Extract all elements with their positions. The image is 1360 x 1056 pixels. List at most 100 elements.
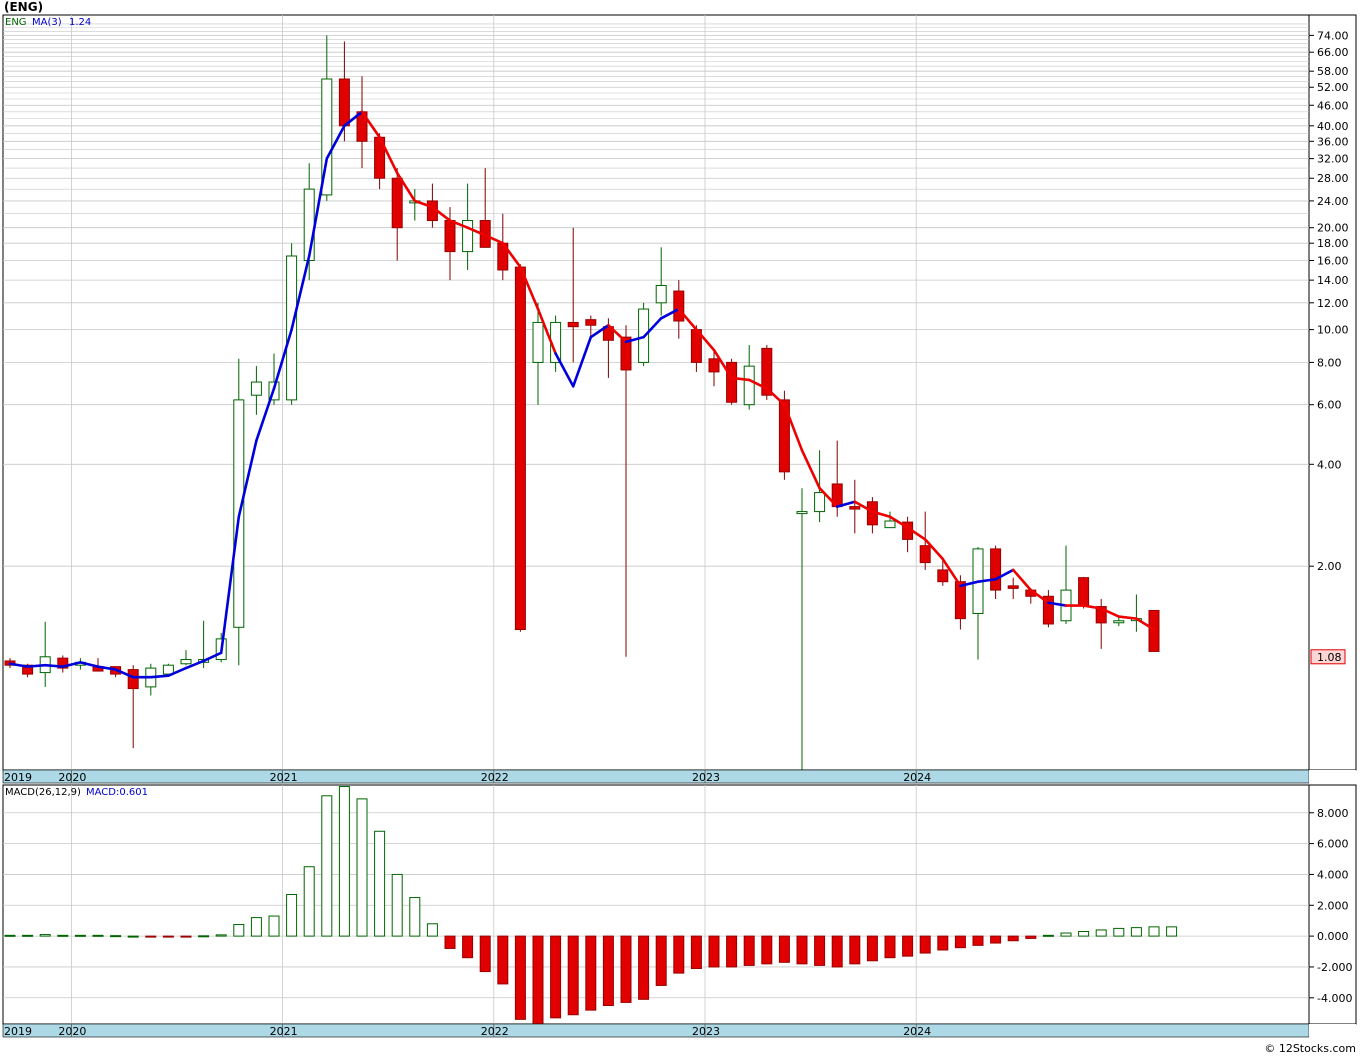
candle	[726, 361, 738, 403]
y-tick-label: 14.00	[1317, 274, 1349, 287]
macd-bar	[884, 935, 896, 959]
macd-bar	[638, 935, 650, 1000]
macd-bar	[74, 934, 86, 937]
macd-bar	[338, 786, 350, 937]
y-tick-label: 8.00	[1317, 356, 1342, 369]
y-tick-label: 40.00	[1317, 120, 1349, 133]
time-axis-corner	[1309, 770, 1356, 783]
candle	[585, 319, 597, 326]
candle	[937, 569, 949, 583]
y-tick-label: 32.00	[1317, 153, 1349, 166]
y-tick-label: 2.00	[1317, 560, 1342, 573]
last-price-label: 1.08	[1317, 651, 1342, 664]
macd-bar	[4, 934, 16, 937]
price-panel: 74.00 66.00 58.00 52.00 46.00 40.00 36.00 32.00…	[2, 14, 1357, 784]
macd-bar	[1025, 935, 1037, 939]
macd-bar	[162, 935, 174, 938]
ma3-segment	[26, 663, 47, 668]
macd-bar	[303, 866, 315, 937]
legend-symbol: ENG	[5, 17, 27, 28]
y-tick-label: 74.00	[1317, 29, 1349, 42]
macd-bar	[567, 935, 579, 1016]
candle	[954, 581, 966, 620]
macd-bar	[1078, 930, 1090, 937]
time-label: 2023	[692, 1025, 720, 1038]
macd-bar	[1148, 926, 1160, 937]
candle	[514, 266, 526, 631]
macd-bar	[990, 935, 1002, 944]
macd-bar	[532, 935, 544, 1025]
macd-bar	[673, 935, 685, 974]
macd-bar	[286, 893, 298, 937]
y-tick-label: 0.000	[1317, 930, 1349, 943]
candle	[708, 358, 720, 373]
macd-bar	[233, 924, 245, 937]
y-tick-label: 12.00	[1317, 297, 1349, 310]
time-label: 2022	[481, 1025, 509, 1038]
time-label: 2024	[903, 771, 931, 784]
y-tick-label: 24.00	[1317, 195, 1349, 208]
candle	[127, 669, 139, 690]
macd-bar	[22, 934, 34, 937]
legend-ma-value: 1.24	[69, 17, 91, 28]
time-axis-corner	[1309, 1024, 1356, 1037]
macd-bar	[726, 935, 738, 968]
macd-bar	[550, 935, 562, 1019]
macd-bar	[1113, 927, 1125, 937]
y-tick-label: 2.000	[1317, 899, 1349, 912]
macd-bar	[778, 935, 790, 963]
macd-bar	[409, 897, 421, 937]
price-frame	[2, 14, 1357, 771]
macd-bar	[127, 935, 139, 938]
macd-bar	[831, 935, 843, 968]
macd-bar	[972, 935, 984, 946]
macd-bar	[954, 935, 966, 949]
macd-bar	[761, 935, 773, 965]
y-tick-label: 46.00	[1317, 99, 1349, 112]
y-tick-label: 4.000	[1317, 868, 1349, 881]
candle	[655, 284, 667, 304]
ma3-segment	[43, 663, 65, 668]
y-tick-label: 6.00	[1317, 399, 1342, 412]
time-label: 2019	[4, 1025, 32, 1038]
candle	[1113, 620, 1125, 624]
macd-bar	[426, 923, 438, 937]
macd-bar	[1166, 926, 1178, 937]
macd-bar	[462, 935, 474, 959]
candle	[250, 381, 262, 396]
candle	[673, 290, 685, 322]
macd-bar	[919, 935, 931, 954]
y-tick-label: 18.00	[1317, 237, 1349, 250]
macd-bar	[198, 935, 210, 938]
macd-bar	[250, 917, 262, 937]
macd-bar	[268, 915, 280, 937]
macd-bar	[356, 798, 368, 937]
candle	[990, 548, 1002, 591]
y-tick-label: 10.00	[1317, 324, 1349, 337]
candle	[1007, 585, 1019, 589]
macd-bar	[1007, 935, 1019, 942]
y-tick-label: 58.00	[1317, 65, 1349, 78]
macd-bar	[585, 935, 597, 1011]
candle	[849, 506, 861, 510]
macd-bar	[849, 935, 861, 965]
macd-bar	[1060, 932, 1072, 937]
time-label: 2022	[481, 771, 509, 784]
macd-bar	[620, 935, 632, 1003]
candle	[814, 492, 826, 513]
candle	[884, 520, 896, 529]
time-label: 2021	[270, 1025, 298, 1038]
macd-bar	[902, 935, 914, 957]
candle	[919, 545, 931, 564]
macd-bar	[602, 935, 614, 1006]
macd-bar	[814, 935, 826, 966]
stock-chart: 74.00 66.00 58.00 52.00 46.00 40.00 36.00 32.00…	[2, 14, 1357, 1038]
y-tick-label: 36.00	[1317, 135, 1349, 148]
legend-ma-label: MA(3)	[32, 17, 62, 28]
ma3-segment	[149, 674, 170, 679]
candle	[444, 220, 456, 253]
y-tick-label: 66.00	[1317, 46, 1349, 59]
macd-bar	[391, 873, 403, 937]
macd-bar	[1130, 927, 1142, 937]
credit-text: © 12Stocks.com	[1264, 1042, 1356, 1055]
